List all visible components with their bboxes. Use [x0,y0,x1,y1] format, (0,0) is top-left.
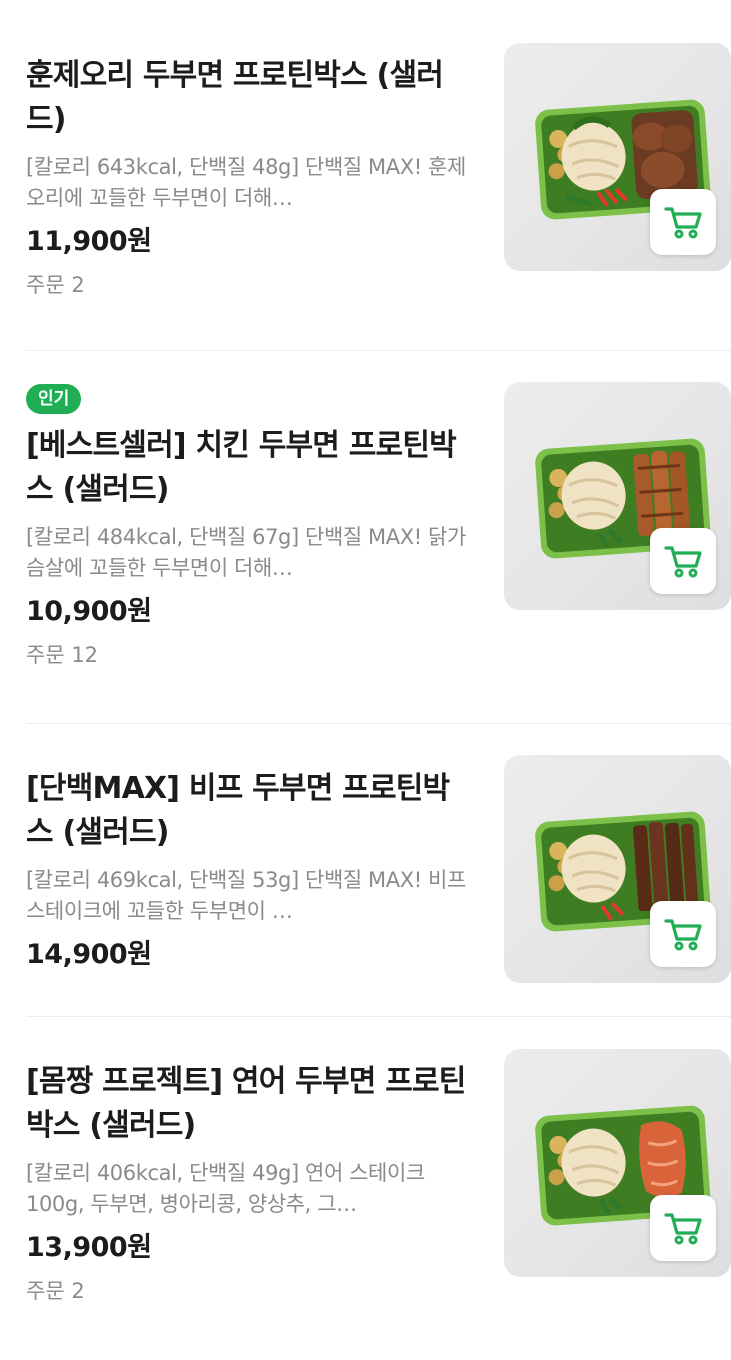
item-text: 인기 [베스트셀러] 치킨 두부면 프로틴박스 (샐러드) [칼로리 484kc… [26,384,470,670]
item-description: [칼로리 469kcal, 단백질 53g] 단백질 MAX! 비프 스테이크에… [26,868,466,923]
item-price: 11,900원 [26,226,152,257]
cart-icon [664,1213,702,1245]
item-price: 10,900원 [26,596,152,627]
salmon-tofu-noodle-salad-image[interactable] [504,1049,731,1277]
item-description: [칼로리 406kcal, 단백질 49g] 연어 스테이크 100g, 두부면… [26,1161,425,1216]
item-divider [26,1016,731,1017]
add-to-cart-button[interactable] [650,901,716,967]
chicken-tofu-noodle-salad-image[interactable] [504,382,731,610]
item-title: [몸짱 프로젝트] 연어 두부면 프로틴박스 (샐러드) [26,1064,466,1143]
item-order-count: 주문 2 [26,273,85,297]
popular-badge: 인기 [26,384,82,414]
add-to-cart-button[interactable] [650,528,716,594]
duck-tofu-noodle-salad-image[interactable] [504,43,731,271]
item-price: 14,900원 [26,939,152,970]
item-order-count: 주문 2 [26,1279,85,1303]
item-text: [몸짱 프로젝트] 연어 두부면 프로틴박스 (샐러드) [칼로리 406kca… [26,1060,470,1306]
item-price: 13,900원 [26,1232,152,1263]
item-divider [26,350,731,351]
cart-icon [664,207,702,239]
item-order-count: 주문 12 [26,643,99,667]
item-divider [26,723,731,724]
item-description: [칼로리 643kcal, 단백질 48g] 단백질 MAX! 훈제오리에 꼬들… [26,155,466,210]
cart-icon [664,919,702,951]
item-text: [단백MAX] 비프 두부면 프로틴박스 (샐러드) [칼로리 469kcal,… [26,767,470,973]
item-title: [베스트셀러] 치킨 두부면 프로틴박스 (샐러드) [26,428,457,507]
cart-icon [664,546,702,578]
item-title: 훈제오리 두부면 프로틴박스 (샐러드) [26,58,444,137]
add-to-cart-button[interactable] [650,1195,716,1261]
item-description: [칼로리 484kcal, 단백질 67g] 단백질 MAX! 닭가슴살에 꼬들… [26,525,466,580]
item-text: 훈제오리 두부면 프로틴박스 (샐러드) [칼로리 643kcal, 단백질 4… [26,54,470,300]
beef-tofu-noodle-salad-image[interactable] [504,755,731,983]
item-title: [단백MAX] 비프 두부면 프로틴박스 (샐러드) [26,771,450,850]
add-to-cart-button[interactable] [650,189,716,255]
